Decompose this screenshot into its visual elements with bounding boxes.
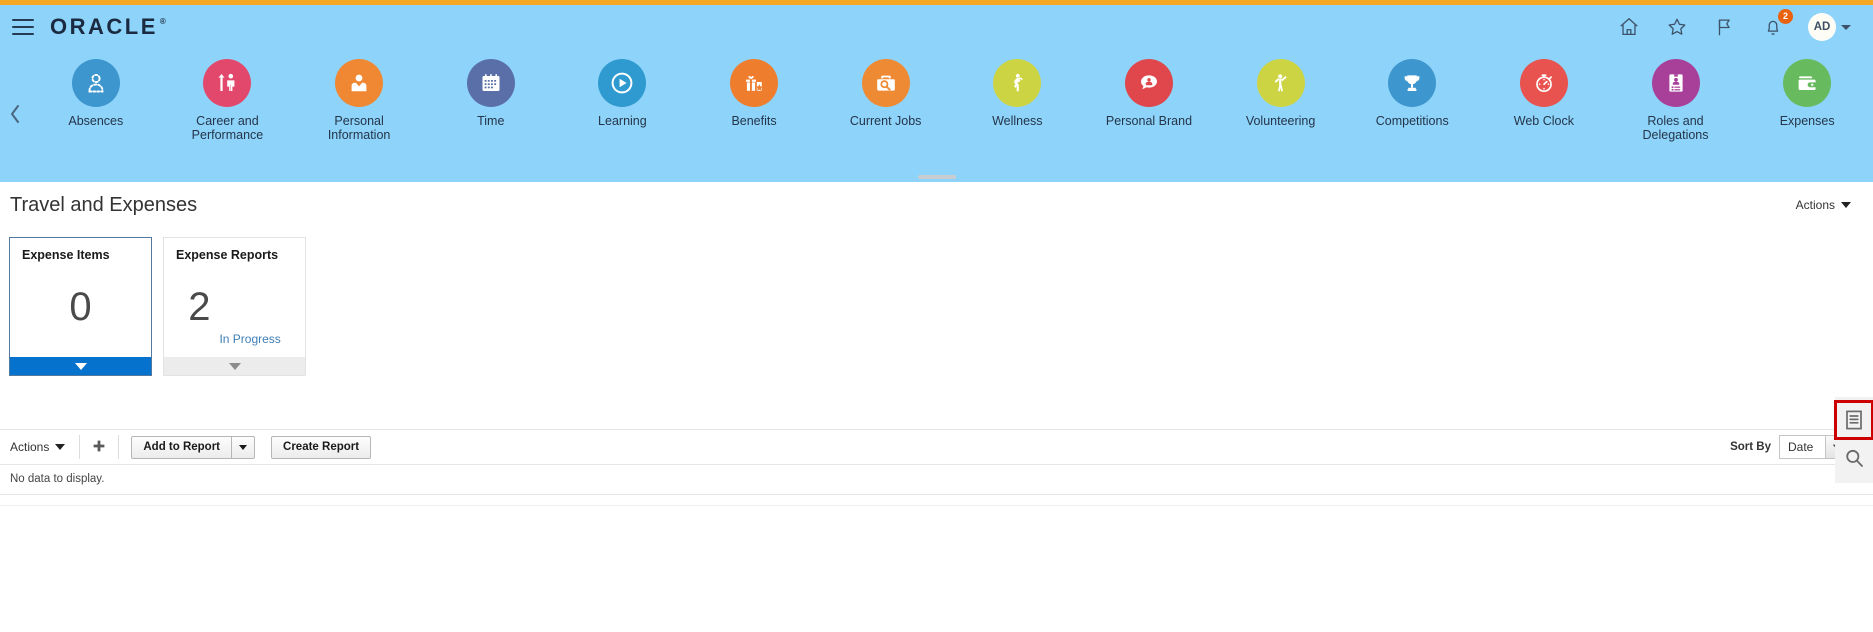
chevron-down-icon bbox=[74, 362, 87, 370]
play-circle-icon bbox=[598, 59, 647, 107]
page-actions-label: Actions bbox=[1795, 198, 1835, 212]
stopwatch-icon bbox=[1519, 59, 1568, 107]
nav-item-roles-and-delegations[interactable]: Roles and Delegations bbox=[1610, 59, 1742, 142]
bell-icon[interactable]: 2 bbox=[1760, 9, 1793, 40]
add-to-report-dropdown[interactable] bbox=[231, 435, 256, 459]
nav-label: Personal Information bbox=[327, 114, 391, 142]
infolet-title: Expense Items bbox=[22, 248, 110, 262]
nav-label: Web Clock bbox=[1513, 114, 1574, 128]
nav-label: Benefits bbox=[731, 114, 777, 128]
briefcase-search-icon bbox=[861, 59, 910, 107]
springboard-nav: Absences Career and Performance Personal… bbox=[0, 49, 1873, 182]
page-content: Travel and Expenses Actions Expense Item… bbox=[0, 182, 1873, 506]
springboard-items: Absences Career and Performance Personal… bbox=[30, 59, 1873, 142]
global-header: ORACLE 2 AD bbox=[0, 5, 1873, 49]
chevron-down-icon bbox=[228, 362, 241, 370]
nav-label: Absences bbox=[68, 114, 124, 128]
add-to-report-button[interactable]: Add to Report bbox=[131, 435, 232, 459]
nav-item-personal-brand[interactable]: Personal Brand bbox=[1083, 59, 1215, 128]
flag-icon[interactable] bbox=[1712, 14, 1738, 40]
trophy-icon bbox=[1388, 59, 1437, 107]
nav-item-career-and-performance[interactable]: Career and Performance bbox=[162, 59, 294, 142]
empty-list-message: No data to display. bbox=[0, 465, 1873, 495]
page-actions-menu[interactable]: Actions bbox=[1796, 198, 1851, 212]
nav-label: Wellness bbox=[992, 114, 1043, 128]
nav-label: Learning bbox=[598, 114, 647, 128]
toolbar-actions-label: Actions bbox=[10, 440, 50, 454]
chevron-down-icon bbox=[1841, 202, 1851, 208]
list-toolbar: Actions Add to Report Create Report Sort… bbox=[0, 429, 1873, 465]
sort-by-value: Date bbox=[1788, 440, 1814, 454]
infolet-body: 2 In Progress bbox=[164, 262, 305, 357]
nav-item-benefits[interactable]: Benefits bbox=[688, 59, 820, 128]
search-icon[interactable] bbox=[1835, 439, 1873, 477]
nav-item-time[interactable]: Time bbox=[425, 59, 557, 128]
home-icon[interactable] bbox=[1616, 14, 1642, 40]
nav-label: Roles and Delegations bbox=[1642, 114, 1709, 142]
nav-label: Time bbox=[477, 114, 505, 128]
infolet-expand-button[interactable] bbox=[10, 357, 151, 375]
add-to-report-split-button: Add to Report bbox=[131, 435, 256, 459]
infolet-expense-reports[interactable]: Expense Reports 2 In Progress bbox=[163, 237, 306, 376]
chevron-down-icon bbox=[1841, 24, 1851, 30]
right-rail-panel bbox=[1834, 397, 1873, 483]
gift-icon bbox=[730, 59, 779, 107]
notification-badge: 2 bbox=[1778, 9, 1793, 24]
infolet-title: Expense Reports bbox=[176, 248, 279, 262]
chevron-down-icon bbox=[55, 444, 66, 450]
nav-item-web-clock[interactable]: Web Clock bbox=[1478, 59, 1610, 128]
create-report-button[interactable]: Create Report bbox=[271, 435, 372, 459]
nav-label: Personal Brand bbox=[1105, 114, 1193, 128]
resize-handle[interactable] bbox=[917, 175, 956, 179]
nav-label: Competitions bbox=[1375, 114, 1449, 128]
star-icon[interactable] bbox=[1664, 14, 1690, 40]
header-icon-group: 2 AD bbox=[1616, 9, 1873, 41]
sort-by-label: Sort By bbox=[1730, 441, 1771, 453]
chevron-down-icon bbox=[239, 444, 248, 450]
person-card-icon bbox=[335, 59, 384, 107]
nav-item-personal-information[interactable]: Personal Information bbox=[293, 59, 425, 142]
infolet-value: 2 bbox=[188, 284, 211, 329]
list-panel-icon[interactable] bbox=[1834, 400, 1873, 440]
infolet-expand-button[interactable] bbox=[164, 357, 305, 375]
infolet-body: 0 bbox=[10, 262, 151, 357]
nav-item-learning[interactable]: Learning bbox=[557, 59, 689, 128]
nav-label: Career and Performance bbox=[191, 114, 264, 142]
page-title: Travel and Expenses bbox=[10, 193, 198, 216]
nav-item-current-jobs[interactable]: Current Jobs bbox=[820, 59, 952, 128]
toolbar-actions-menu[interactable]: Actions bbox=[10, 440, 77, 454]
nav-label: Volunteering bbox=[1245, 114, 1316, 128]
hamburger-icon[interactable] bbox=[12, 19, 34, 35]
nav-item-expenses[interactable]: Expenses bbox=[1741, 59, 1873, 128]
nav-label: Current Jobs bbox=[849, 114, 922, 128]
oracle-logo[interactable]: ORACLE bbox=[50, 14, 166, 40]
calendar-icon bbox=[466, 59, 515, 107]
volunteer-icon bbox=[1256, 59, 1305, 107]
infolet-sub-label[interactable]: In Progress bbox=[219, 332, 280, 351]
people-arrow-icon bbox=[203, 59, 252, 107]
wallet-icon bbox=[1783, 59, 1832, 107]
infolet-cards: Expense Items 0 Expense Reports 2 In Pro… bbox=[0, 228, 1873, 376]
nav-item-absences[interactable]: Absences bbox=[30, 59, 162, 128]
user-menu[interactable]: AD bbox=[1808, 13, 1851, 41]
nav-label: Expenses bbox=[1779, 114, 1835, 128]
nav-item-volunteering[interactable]: Volunteering bbox=[1215, 59, 1347, 128]
add-expense-item-button[interactable] bbox=[82, 435, 116, 459]
toolbar-divider bbox=[79, 435, 81, 459]
avatar: AD bbox=[1808, 13, 1836, 41]
infolet-expense-items[interactable]: Expense Items 0 bbox=[9, 237, 152, 376]
id-badge-icon bbox=[1651, 59, 1700, 107]
nav-item-competitions[interactable]: Competitions bbox=[1346, 59, 1478, 128]
infolet-value: 0 bbox=[69, 284, 92, 329]
person-dotted-icon bbox=[71, 59, 120, 107]
nav-item-wellness[interactable]: Wellness bbox=[951, 59, 1083, 128]
speech-person-icon bbox=[1124, 59, 1173, 107]
page-title-row: Travel and Expenses Actions bbox=[0, 182, 1873, 228]
chevron-left-icon[interactable] bbox=[0, 59, 30, 169]
runner-icon bbox=[993, 59, 1042, 107]
toolbar-divider bbox=[118, 435, 120, 459]
bottom-divider bbox=[0, 505, 1873, 506]
